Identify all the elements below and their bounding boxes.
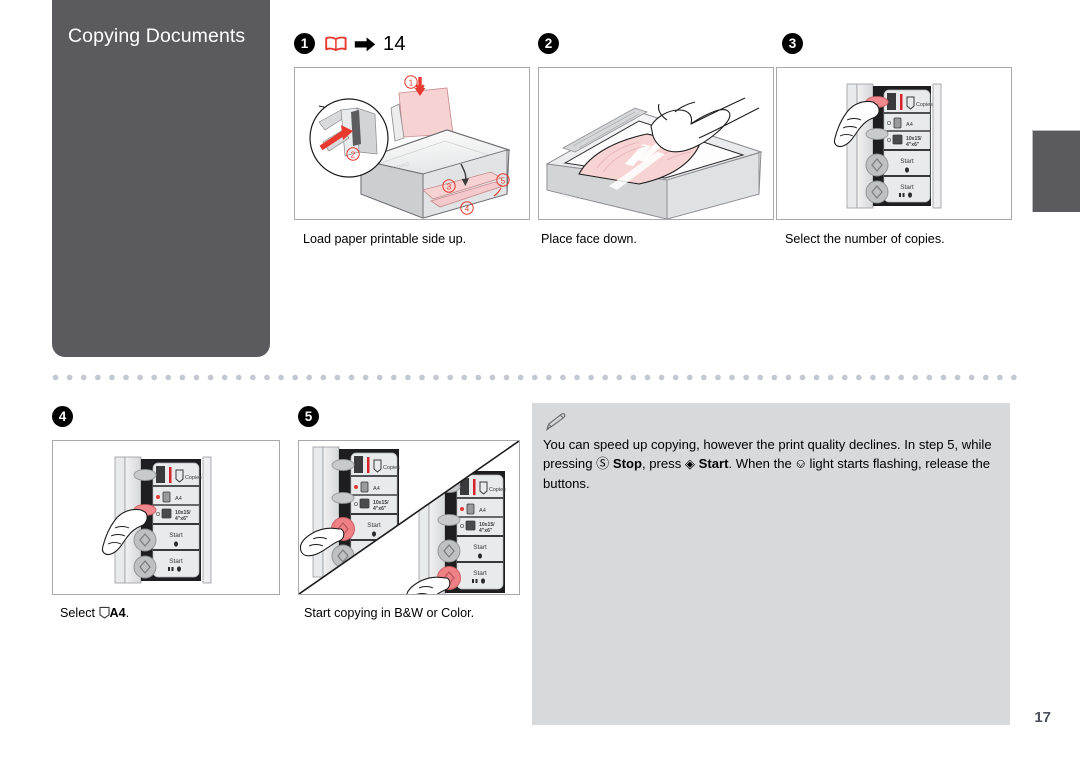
svg-text:Start: Start <box>473 544 487 551</box>
page-number: 17 <box>1034 709 1051 726</box>
svg-text:4"x6": 4"x6" <box>373 506 387 512</box>
svg-text:Start: Start <box>900 184 914 191</box>
step-5-illustration: Copies A4 10x15/ 4"x6" Start Start Copie… <box>298 440 520 595</box>
step-badge-1: 1 <box>294 33 315 54</box>
step-1-caption: Load paper printable side up. <box>303 232 467 246</box>
svg-text:3: 3 <box>447 182 452 192</box>
svg-text:Start: Start <box>169 558 183 565</box>
open-book-icon <box>325 36 347 53</box>
note-text: You can speed up copying, however the pr… <box>543 436 993 494</box>
step-3-caption: Select the number of copies. <box>785 232 945 246</box>
paper-sheet-icon <box>98 606 110 619</box>
note-stop-label: Stop <box>612 455 642 471</box>
step-4-illustration: Copies A4 10x15/ 4"x6" Start Start <box>52 440 280 595</box>
step-2-caption: Place face down. <box>541 232 637 246</box>
step-1-illustration: 1 ○○○○○ 3 4 5 2 <box>294 67 530 220</box>
note-panel: You can speed up copying, however the pr… <box>532 403 1010 725</box>
svg-text:A4: A4 <box>906 122 913 128</box>
right-arrow-icon <box>354 36 376 53</box>
note-start-label: Start <box>698 455 729 471</box>
page-reference: 14 <box>325 33 406 56</box>
svg-text:Copies: Copies <box>489 487 506 493</box>
svg-text:5: 5 <box>501 176 506 186</box>
svg-text:4"x6": 4"x6" <box>906 142 920 148</box>
step-4-caption: Select A4. <box>60 606 129 620</box>
step-4-caption-value: A4 <box>109 606 126 620</box>
svg-text:Start: Start <box>169 532 183 539</box>
note-text-part2: , press <box>641 455 685 471</box>
svg-text:4"x6": 4"x6" <box>175 516 189 522</box>
section-divider <box>52 374 1020 381</box>
svg-text:4"x6": 4"x6" <box>479 528 493 534</box>
step-badge-2: 2 <box>538 33 559 54</box>
step-2-illustration: ○○○○ <box>538 67 774 220</box>
svg-text:Copies: Copies <box>383 465 400 471</box>
svg-text:A4: A4 <box>373 486 380 492</box>
svg-text:Start: Start <box>473 570 487 577</box>
svg-text:4: 4 <box>465 204 470 214</box>
svg-text:A4: A4 <box>479 508 486 514</box>
svg-text:2: 2 <box>351 150 356 160</box>
step-3-illustration: Copies A4 10x15/ 4"x6" Start Start <box>776 67 1012 220</box>
section-sidebar: Copying Documents <box>52 0 270 357</box>
svg-text:Copies: Copies <box>185 475 202 481</box>
svg-text:Start: Start <box>367 548 381 555</box>
svg-text:Start: Start <box>367 522 381 529</box>
step-4-caption-prefix: Select <box>60 606 99 620</box>
svg-text:1: 1 <box>409 78 414 88</box>
svg-text:A4: A4 <box>175 496 182 502</box>
step-badge-5: 5 <box>298 406 319 427</box>
page-title: Copying Documents <box>68 25 246 47</box>
page-reference-number: 14 <box>383 33 406 55</box>
svg-text:○○○○: ○○○○ <box>560 190 581 202</box>
svg-text:Start: Start <box>900 158 914 165</box>
step-badge-3: 3 <box>782 33 803 54</box>
note-text-part3: . When the <box>728 455 796 471</box>
section-edge-tab <box>1032 130 1080 212</box>
svg-text:Copies: Copies <box>916 102 933 108</box>
step-4-caption-suffix: . <box>125 606 130 620</box>
step-badge-4: 4 <box>52 406 73 427</box>
power-icon: ⎉ <box>795 456 806 472</box>
start-diamond-icon: ◈ <box>684 456 695 472</box>
step-5-caption: Start copying in B&W or Color. <box>304 606 475 620</box>
pencil-note-icon <box>544 412 566 432</box>
stop-button-icon: Ⓢ <box>596 456 610 472</box>
